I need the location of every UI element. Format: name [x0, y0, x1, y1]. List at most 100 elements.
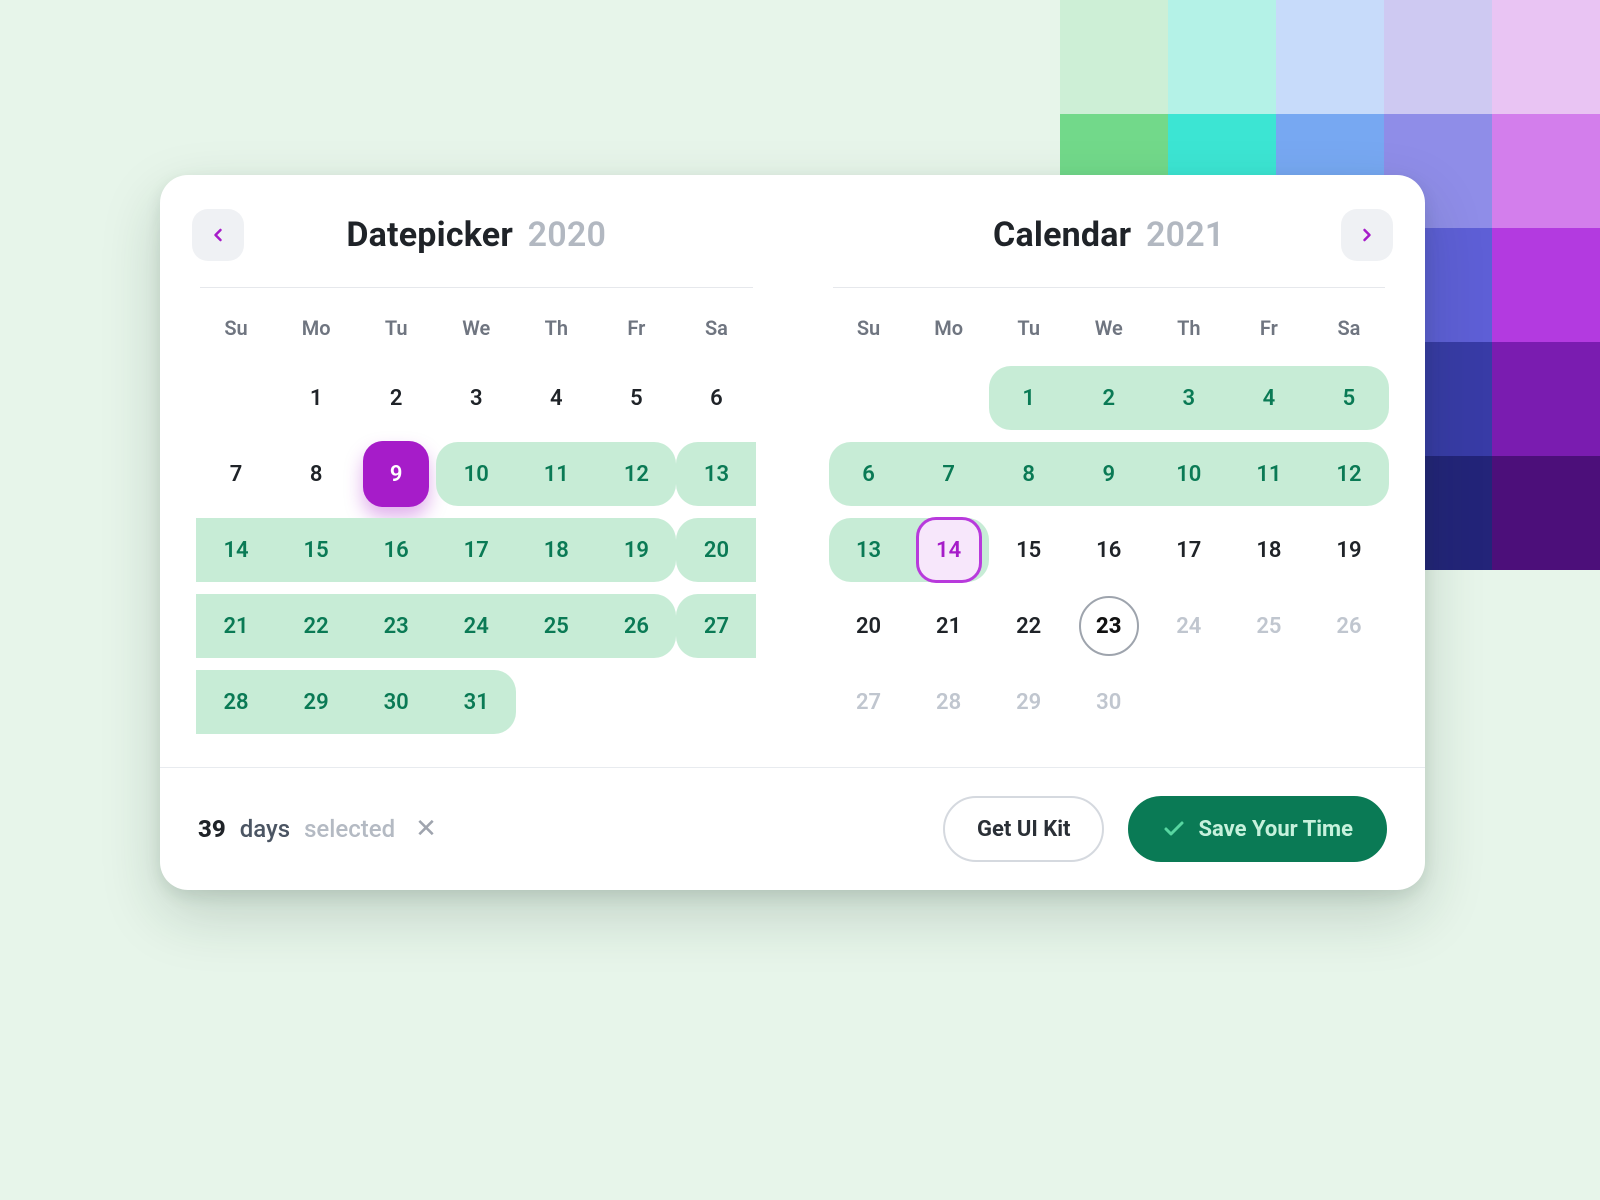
chevron-right-icon [1357, 225, 1377, 245]
palette-swatch [1060, 0, 1168, 114]
day-cell[interactable]: 19 [596, 518, 676, 582]
clear-selection-button[interactable]: ✕ [415, 814, 437, 844]
day-cell: 25 [1229, 594, 1309, 658]
day-cell[interactable]: 4 [1229, 366, 1309, 430]
day-cell[interactable]: 22 [989, 594, 1069, 658]
weekday-label: Sa [676, 310, 756, 354]
right-title-text: Calendar [993, 215, 1131, 255]
day-cell[interactable]: 18 [516, 518, 596, 582]
day-cell: 24 [1149, 594, 1229, 658]
day-cell[interactable]: 24 [436, 594, 516, 658]
datepicker-card: Datepicker 2020 SuMoTuWeThFrSa1234567891… [160, 175, 1425, 890]
day-cell[interactable]: 26 [596, 594, 676, 658]
day-cell[interactable]: 19 [1309, 518, 1389, 582]
range-end-marker: 14 [916, 517, 982, 583]
day-cell[interactable]: 28 [196, 670, 276, 734]
palette-swatch [1168, 0, 1276, 114]
day-cell[interactable]: 6 [829, 442, 909, 506]
day-cell[interactable]: 23 [1069, 594, 1149, 658]
day-cell[interactable]: 4 [516, 366, 596, 430]
day-cell[interactable]: 18 [1229, 518, 1309, 582]
day-cell[interactable]: 17 [436, 518, 516, 582]
day-cell[interactable]: 1 [989, 366, 1069, 430]
right-year: 2021 [1146, 215, 1225, 255]
right-title: Calendar 2021 [897, 215, 1322, 255]
day-cell[interactable]: 2 [356, 366, 436, 430]
day-cell[interactable]: 2 [1069, 366, 1149, 430]
day-cell[interactable]: 5 [596, 366, 676, 430]
day-cell[interactable]: 3 [436, 366, 516, 430]
day-cell[interactable]: 25 [516, 594, 596, 658]
day-cell[interactable]: 22 [276, 594, 356, 658]
palette-swatch [1492, 228, 1600, 342]
day-cell[interactable]: 20 [676, 518, 756, 582]
count-days-word: days [240, 815, 290, 843]
day-cell[interactable]: 10 [1149, 442, 1229, 506]
day-cell[interactable]: 15 [989, 518, 1069, 582]
day-cell[interactable]: 11 [1229, 442, 1309, 506]
day-cell[interactable]: 16 [1069, 518, 1149, 582]
palette-swatch [1492, 456, 1600, 570]
empty-cell [909, 366, 989, 430]
day-cell: 29 [989, 670, 1069, 734]
day-cell[interactable]: 8 [989, 442, 1069, 506]
day-cell[interactable]: 17 [1149, 518, 1229, 582]
day-cell[interactable]: 9 [356, 442, 436, 506]
weekday-label: Fr [1229, 310, 1309, 354]
footer: 39 days selected ✕ Get UI Kit Save Your … [160, 767, 1425, 890]
day-cell[interactable]: 14 [196, 518, 276, 582]
right-grid: SuMoTuWeThFrSa12345678910111213141516171… [825, 310, 1394, 734]
weekday-label: Sa [1309, 310, 1389, 354]
day-cell[interactable]: 31 [436, 670, 516, 734]
range-start-marker: 9 [363, 441, 429, 507]
day-cell[interactable]: 1 [276, 366, 356, 430]
day-cell[interactable]: 15 [276, 518, 356, 582]
day-cell[interactable]: 9 [1069, 442, 1149, 506]
day-cell[interactable]: 30 [356, 670, 436, 734]
day-cell[interactable]: 29 [276, 670, 356, 734]
day-cell[interactable]: 23 [356, 594, 436, 658]
save-button[interactable]: Save Your Time [1128, 796, 1387, 862]
day-cell[interactable]: 16 [356, 518, 436, 582]
palette-swatch [1276, 0, 1384, 114]
weekday-label: Mo [909, 310, 989, 354]
day-cell: 27 [829, 670, 909, 734]
weekday-label: Fr [596, 310, 676, 354]
day-cell[interactable]: 5 [1309, 366, 1389, 430]
day-cell[interactable]: 27 [676, 594, 756, 658]
left-title-text: Datepicker [346, 215, 513, 255]
get-ui-kit-label: Get UI Kit [977, 817, 1070, 842]
day-cell[interactable]: 11 [516, 442, 596, 506]
get-ui-kit-button[interactable]: Get UI Kit [943, 796, 1104, 862]
day-cell[interactable]: 8 [276, 442, 356, 506]
today-marker: 23 [1079, 596, 1139, 656]
day-cell[interactable]: 6 [676, 366, 756, 430]
day-cell[interactable]: 13 [829, 518, 909, 582]
save-label: Save Your Time [1198, 817, 1353, 842]
palette-swatch [1492, 114, 1600, 228]
day-cell[interactable]: 12 [1309, 442, 1389, 506]
weekday-label: We [436, 310, 516, 354]
prev-month-button[interactable] [192, 209, 244, 261]
day-cell[interactable]: 13 [676, 442, 756, 506]
day-cell[interactable]: 10 [436, 442, 516, 506]
check-icon [1162, 817, 1186, 841]
palette-swatch [1384, 0, 1492, 114]
right-panel: Calendar 2021 SuMoTuWeThFrSa123456789101… [793, 175, 1426, 767]
chevron-left-icon [208, 225, 228, 245]
day-cell[interactable]: 12 [596, 442, 676, 506]
next-month-button[interactable] [1341, 209, 1393, 261]
day-cell[interactable]: 7 [196, 442, 276, 506]
day-cell[interactable]: 7 [909, 442, 989, 506]
day-cell: 26 [1309, 594, 1389, 658]
day-cell[interactable]: 21 [196, 594, 276, 658]
weekday-label: Mo [276, 310, 356, 354]
day-cell[interactable]: 20 [829, 594, 909, 658]
day-cell: 28 [909, 670, 989, 734]
left-title: Datepicker 2020 [264, 215, 689, 255]
weekday-label: Tu [989, 310, 1069, 354]
day-cell[interactable]: 3 [1149, 366, 1229, 430]
day-cell[interactable]: 21 [909, 594, 989, 658]
left-grid: SuMoTuWeThFrSa12345678910111213141516171… [192, 310, 761, 734]
day-cell[interactable]: 14 [909, 518, 989, 582]
